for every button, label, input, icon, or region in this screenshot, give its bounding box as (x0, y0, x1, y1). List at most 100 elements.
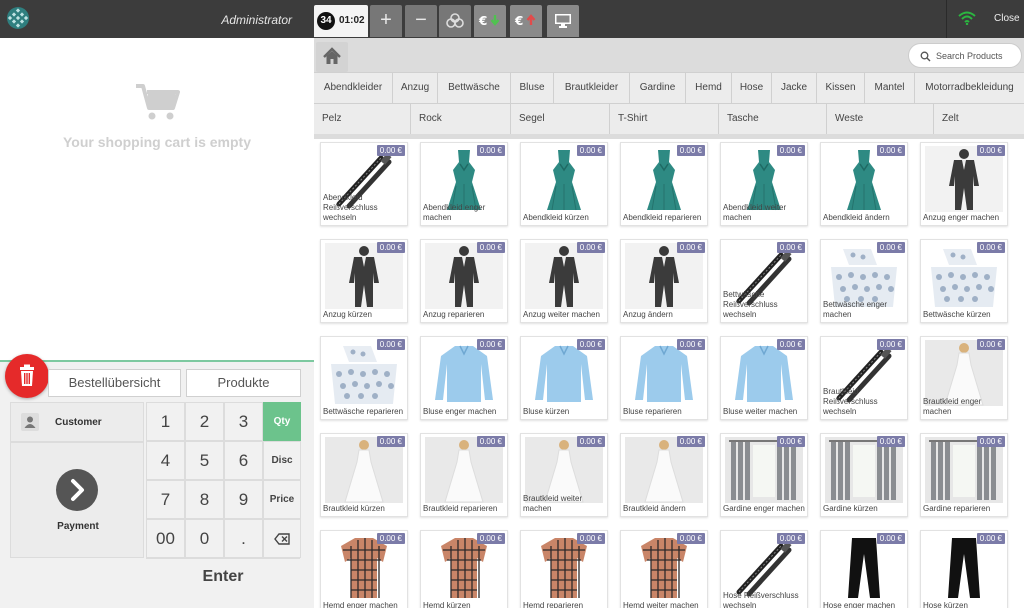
key-5[interactable]: 5 (185, 441, 224, 480)
key-8[interactable]: 8 (185, 480, 224, 519)
keypad: Customer Payment 1 2 3 Qty 4 5 6 Disc 7 … (10, 402, 302, 598)
ticket-tab[interactable]: 34 01:02 (314, 5, 368, 37)
cash-in-button[interactable]: € (474, 5, 506, 37)
cash-out-button[interactable]: € (510, 5, 542, 37)
key-00[interactable]: 00 (146, 519, 185, 558)
category-segel[interactable]: Segel (511, 104, 610, 134)
product-card[interactable]: 0.00 € Bluse weiter machen (720, 336, 808, 420)
display-button[interactable] (547, 5, 579, 37)
category-t-shirt[interactable]: T-Shirt (610, 104, 719, 134)
product-card[interactable]: 0.00 € Anzug kürzen (320, 239, 408, 323)
category-weste[interactable]: Weste (827, 104, 934, 134)
remove-ticket-button[interactable]: − (405, 5, 437, 37)
category-motorradbekleidung[interactable]: Motorradbekleidung (915, 73, 1024, 103)
product-card[interactable]: 0.00 € Bettwäsche kürzen (920, 239, 1008, 323)
category-tasche[interactable]: Tasche (719, 104, 827, 134)
product-card[interactable]: 0.00 € Abendkleid Reißverschluss wechseln (320, 142, 408, 226)
category-mantel[interactable]: Mantel (865, 73, 915, 103)
product-card[interactable]: 0.00 € Brautkleid kürzen (320, 433, 408, 517)
qty-mode-button[interactable]: Qty (263, 402, 301, 441)
product-card[interactable]: 0.00 € Anzug reparieren (420, 239, 508, 323)
product-card[interactable]: 0.00 € Bluse reparieren (620, 336, 708, 420)
category-brautkleider[interactable]: Brautkleider (554, 73, 630, 103)
customer-button[interactable]: Customer (10, 402, 144, 442)
key-9[interactable]: 9 (224, 480, 263, 519)
product-card[interactable]: 0.00 € Anzug weiter machen (520, 239, 608, 323)
product-card[interactable]: 0.00 € Hose enger machen (820, 530, 908, 608)
key-2[interactable]: 2 (185, 402, 224, 441)
product-card[interactable]: 0.00 € Abendkleid enger machen (420, 142, 508, 226)
key-decimal[interactable]: . (224, 519, 263, 558)
product-card[interactable]: 0.00 € Gardine enger machen (720, 433, 808, 517)
product-card[interactable]: 0.00 € Bettwäsche enger machen (820, 239, 908, 323)
product-price: 0.00 € (576, 145, 605, 156)
key-0[interactable]: 0 (185, 519, 224, 558)
tab-products[interactable]: Produkte (186, 369, 301, 397)
product-card[interactable]: 0.00 € Brautkleid weiter machen (520, 433, 608, 517)
category-zelt[interactable]: Zelt (934, 104, 1024, 134)
category-hemd[interactable]: Hemd (686, 73, 732, 103)
product-card[interactable]: 0.00 € Abendkleid ändern (820, 142, 908, 226)
category-bluse[interactable]: Bluse (511, 73, 554, 103)
category-anzug[interactable]: Anzug (393, 73, 438, 103)
category-bettwaesche[interactable]: Bettwäsche (438, 73, 511, 103)
product-price: 0.00 € (876, 145, 905, 156)
home-button[interactable] (316, 42, 348, 72)
search-box[interactable]: Search Products (908, 43, 1022, 68)
tab-order-overview[interactable]: Bestellübersicht (48, 369, 181, 397)
product-card[interactable]: 0.00 € Brautkleid enger machen (920, 336, 1008, 420)
product-card[interactable]: 0.00 € Brautkleid ändern (620, 433, 708, 517)
product-card[interactable]: 0.00 € Hemd kürzen (420, 530, 508, 608)
discount-mode-button[interactable]: Disc (263, 441, 301, 480)
category-rock[interactable]: Rock (411, 104, 511, 134)
product-card[interactable]: 0.00 € Abendkleid kürzen (520, 142, 608, 226)
product-card[interactable]: 0.00 € Hemd reparieren (520, 530, 608, 608)
product-card[interactable]: 0.00 € Bettwäsche reparieren (320, 336, 408, 420)
backspace-button[interactable] (263, 519, 301, 558)
product-card[interactable]: 0.00 € Gardine kürzen (820, 433, 908, 517)
product-name: Abendkleid weiter machen (723, 203, 787, 222)
key-3[interactable]: 3 (224, 402, 263, 441)
delete-button[interactable] (5, 354, 49, 398)
product-card[interactable]: 0.00 € Gardine reparieren (920, 433, 1008, 517)
key-6[interactable]: 6 (224, 441, 263, 480)
price-mode-button[interactable]: Price (263, 480, 301, 519)
product-name: Gardine kürzen (823, 504, 878, 513)
category-abendkleider[interactable]: Abendkleider (314, 73, 393, 103)
product-card[interactable]: 0.00 € Hemd enger machen (320, 530, 408, 608)
product-card[interactable]: 0.00 € Anzug ändern (620, 239, 708, 323)
user-name[interactable]: Administrator (180, 13, 292, 27)
product-price: 0.00 € (676, 242, 705, 253)
product-card[interactable]: 0.00 € Hose Reißverschluss wechseln (720, 530, 808, 608)
product-card[interactable]: 0.00 € Hemd weiter machen (620, 530, 708, 608)
key-4[interactable]: 4 (146, 441, 185, 480)
product-card[interactable]: 0.00 € Hose kürzen (920, 530, 1008, 608)
category-pelz[interactable]: Pelz (314, 104, 411, 134)
category-gardine[interactable]: Gardine (630, 73, 686, 103)
category-jacke[interactable]: Jacke (772, 73, 817, 103)
product-price: 0.00 € (676, 339, 705, 350)
product-card[interactable]: 0.00 € Brautkleid Reißverschluss wechseln (820, 336, 908, 420)
app-logo-icon[interactable] (6, 6, 30, 30)
product-name: Brautkleid weiter machen (523, 494, 583, 513)
product-card[interactable]: 0.00 € Bettwäsche Reißverschluss wechseln (720, 239, 808, 323)
product-card[interactable]: 0.00 € Abendkleid reparieren (620, 142, 708, 226)
category-hose[interactable]: Hose (732, 73, 772, 103)
key-7[interactable]: 7 (146, 480, 185, 519)
merge-tickets-button[interactable] (439, 5, 471, 37)
search-icon (920, 51, 931, 62)
product-card[interactable]: 0.00 € Bluse enger machen (420, 336, 508, 420)
product-name: Bluse kürzen (523, 407, 570, 416)
product-card[interactable]: 0.00 € Brautkleid reparieren (420, 433, 508, 517)
add-ticket-button[interactable]: + (370, 5, 402, 37)
product-card[interactable]: 0.00 € Abendkleid weiter machen (720, 142, 808, 226)
enter-button[interactable]: Enter (146, 558, 300, 596)
product-card[interactable]: 0.00 € Bluse kürzen (520, 336, 608, 420)
category-kissen[interactable]: Kissen (817, 73, 865, 103)
product-card[interactable]: 0.00 € Anzug enger machen (920, 142, 1008, 226)
key-1[interactable]: 1 (146, 402, 185, 441)
product-name: Bluse reparieren (623, 407, 682, 416)
close-button[interactable]: Close (994, 13, 1020, 24)
product-name: Hose enger machen (823, 601, 896, 608)
payment-button[interactable]: Payment (10, 442, 144, 558)
